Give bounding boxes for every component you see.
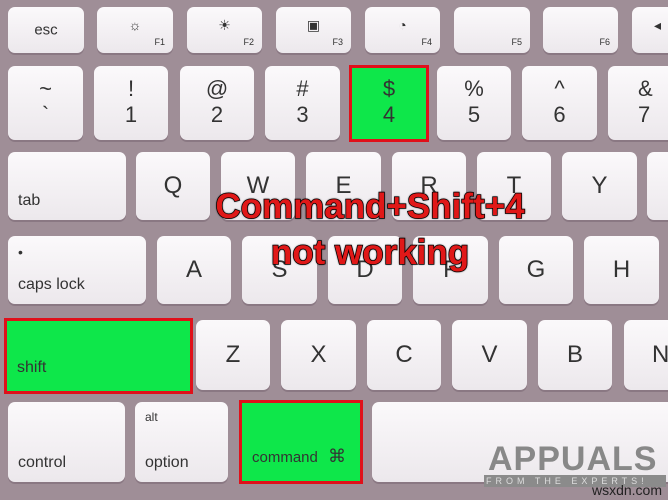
key-label: U <box>647 172 668 200</box>
key-label: ! <box>127 76 135 101</box>
key-2: @2 <box>180 66 254 140</box>
key-label: 5 <box>467 102 481 127</box>
key-command-highlighted: command ⌘ <box>239 400 363 484</box>
key-label: option <box>145 454 189 471</box>
key-7: & 7 <box>608 66 668 140</box>
key-option: alt option <box>135 402 228 482</box>
key-label: tab <box>18 192 41 209</box>
key-shift-highlighted: shift <box>4 318 193 394</box>
key-label: F5 <box>511 37 522 47</box>
key-label: H <box>612 256 631 283</box>
key-label: F3 <box>332 37 343 47</box>
key-label: X <box>310 341 327 368</box>
mission-control-icon: ▣ <box>306 17 321 33</box>
key-label: alt <box>145 410 158 424</box>
key-label: ` <box>41 102 50 127</box>
caps-lock-indicator: • <box>18 244 23 260</box>
key-5: % 5 <box>437 66 511 140</box>
key-x: X <box>281 320 356 390</box>
key-label: esc <box>34 21 58 39</box>
dashboard-icon: ◔ <box>398 17 407 33</box>
key-label: B <box>566 341 583 368</box>
key-label: shift <box>17 359 47 376</box>
key-h: H <box>584 236 659 304</box>
key-4-highlighted: $4 <box>349 65 429 142</box>
brightness-up-icon: ☀ <box>218 17 231 33</box>
key-label: # <box>296 76 309 101</box>
key-label: 7 <box>638 102 651 127</box>
key-label: F6 <box>599 37 610 47</box>
key-v: V <box>452 320 527 390</box>
key-f4: ◔ F4 <box>365 7 440 53</box>
overlay-title: Command+Shift+4 not working <box>160 184 580 276</box>
key-label: @ <box>205 76 229 101</box>
watermark: wsxdn.com <box>591 482 662 498</box>
key-b: B <box>538 320 612 390</box>
key-label: command <box>252 449 318 466</box>
title-line-1: Command+Shift+4 <box>215 186 526 227</box>
key-n: N <box>624 320 668 390</box>
key-label: 3 <box>296 102 309 127</box>
command-icon: ⌘ <box>328 446 347 466</box>
key-label: F2 <box>243 37 254 47</box>
key-label: F1 <box>154 37 165 47</box>
brightness-down-icon: ☼ <box>128 17 142 33</box>
key-label: 6 <box>553 102 566 127</box>
key-label: V <box>481 341 498 368</box>
key-f7: ◂ <box>632 7 668 53</box>
key-label: & <box>638 76 653 101</box>
title-line-2: not working <box>270 232 470 273</box>
key-u: U <box>647 152 668 220</box>
key-tilde: ~ ` <box>8 66 83 140</box>
appuals-logo: APPUALS <box>488 440 658 478</box>
key-label: caps lock <box>18 276 85 293</box>
key-label: $ <box>382 76 396 101</box>
key-label: ^ <box>554 76 565 101</box>
key-label: ~ <box>39 76 52 101</box>
key-control: control <box>8 402 125 482</box>
key-f3: ▣ F3 <box>276 7 351 53</box>
key-caps-lock: • caps lock <box>8 236 146 304</box>
key-esc: esc <box>8 7 84 53</box>
key-f1: ☼ F1 <box>97 7 173 53</box>
key-label: 1 <box>124 102 138 127</box>
key-label: control <box>18 454 67 471</box>
key-3: #3 <box>265 66 340 140</box>
key-label: F4 <box>421 37 432 47</box>
key-1: ! 1 <box>94 66 168 140</box>
keyboard-image: esc ☼ F1 ☀ F2 ▣ F3 ◔ F4 F5 F6 ◂ ~ ` ! 1 @2 #3 … <box>0 0 668 500</box>
key-f5: F5 <box>454 7 530 53</box>
key-label: % <box>464 76 484 101</box>
key-f6: F6 <box>543 7 618 53</box>
key-label: 4 <box>382 102 396 127</box>
key-label: Z <box>225 341 241 368</box>
key-6: ^ 6 <box>522 66 597 140</box>
key-c: C <box>367 320 441 390</box>
key-label: C <box>395 341 413 368</box>
key-label: N <box>652 341 668 368</box>
key-f2: ☀ F2 <box>187 7 262 53</box>
rewind-icon: ◂ <box>654 17 662 33</box>
key-tab: tab <box>8 152 126 220</box>
key-z: Z <box>196 320 270 390</box>
key-label: 2 <box>210 102 224 127</box>
